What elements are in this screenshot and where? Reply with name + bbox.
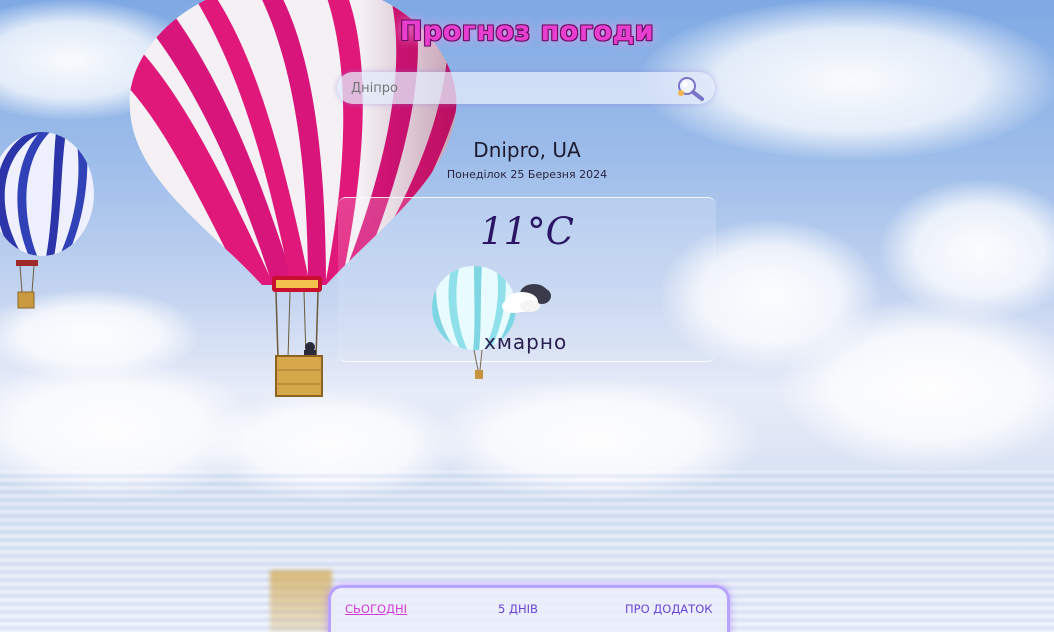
background-cloud: [780, 300, 1054, 470]
temperature: 11°C: [480, 210, 574, 253]
current-date: Понеділок 25 Березня 2024: [446, 168, 608, 181]
balloon-reflection: [270, 570, 332, 632]
app-title: Прогноз погоди: [399, 16, 655, 47]
weather-app: Прогноз погоди Dnipro, UA Понеділок 25 Б…: [0, 0, 1054, 632]
nav-tab-about[interactable]: ПРО ДОДАТОК: [625, 602, 712, 616]
nav-tab-today[interactable]: СЬОГОДНІ: [345, 602, 407, 616]
search-bar: [337, 72, 715, 104]
nav-tab-5-days[interactable]: 5 ДНІВ: [498, 602, 538, 616]
cloudy-icon: [432, 266, 551, 379]
bottom-navigation: СЬОГОДНІ 5 ДНІВ ПРО ДОДАТОК: [328, 585, 730, 632]
city-search-input[interactable]: [337, 72, 671, 104]
search-icon[interactable]: [675, 75, 705, 101]
weather-description: хмарно: [484, 330, 568, 354]
city-name: Dnipro, UA: [473, 138, 581, 162]
